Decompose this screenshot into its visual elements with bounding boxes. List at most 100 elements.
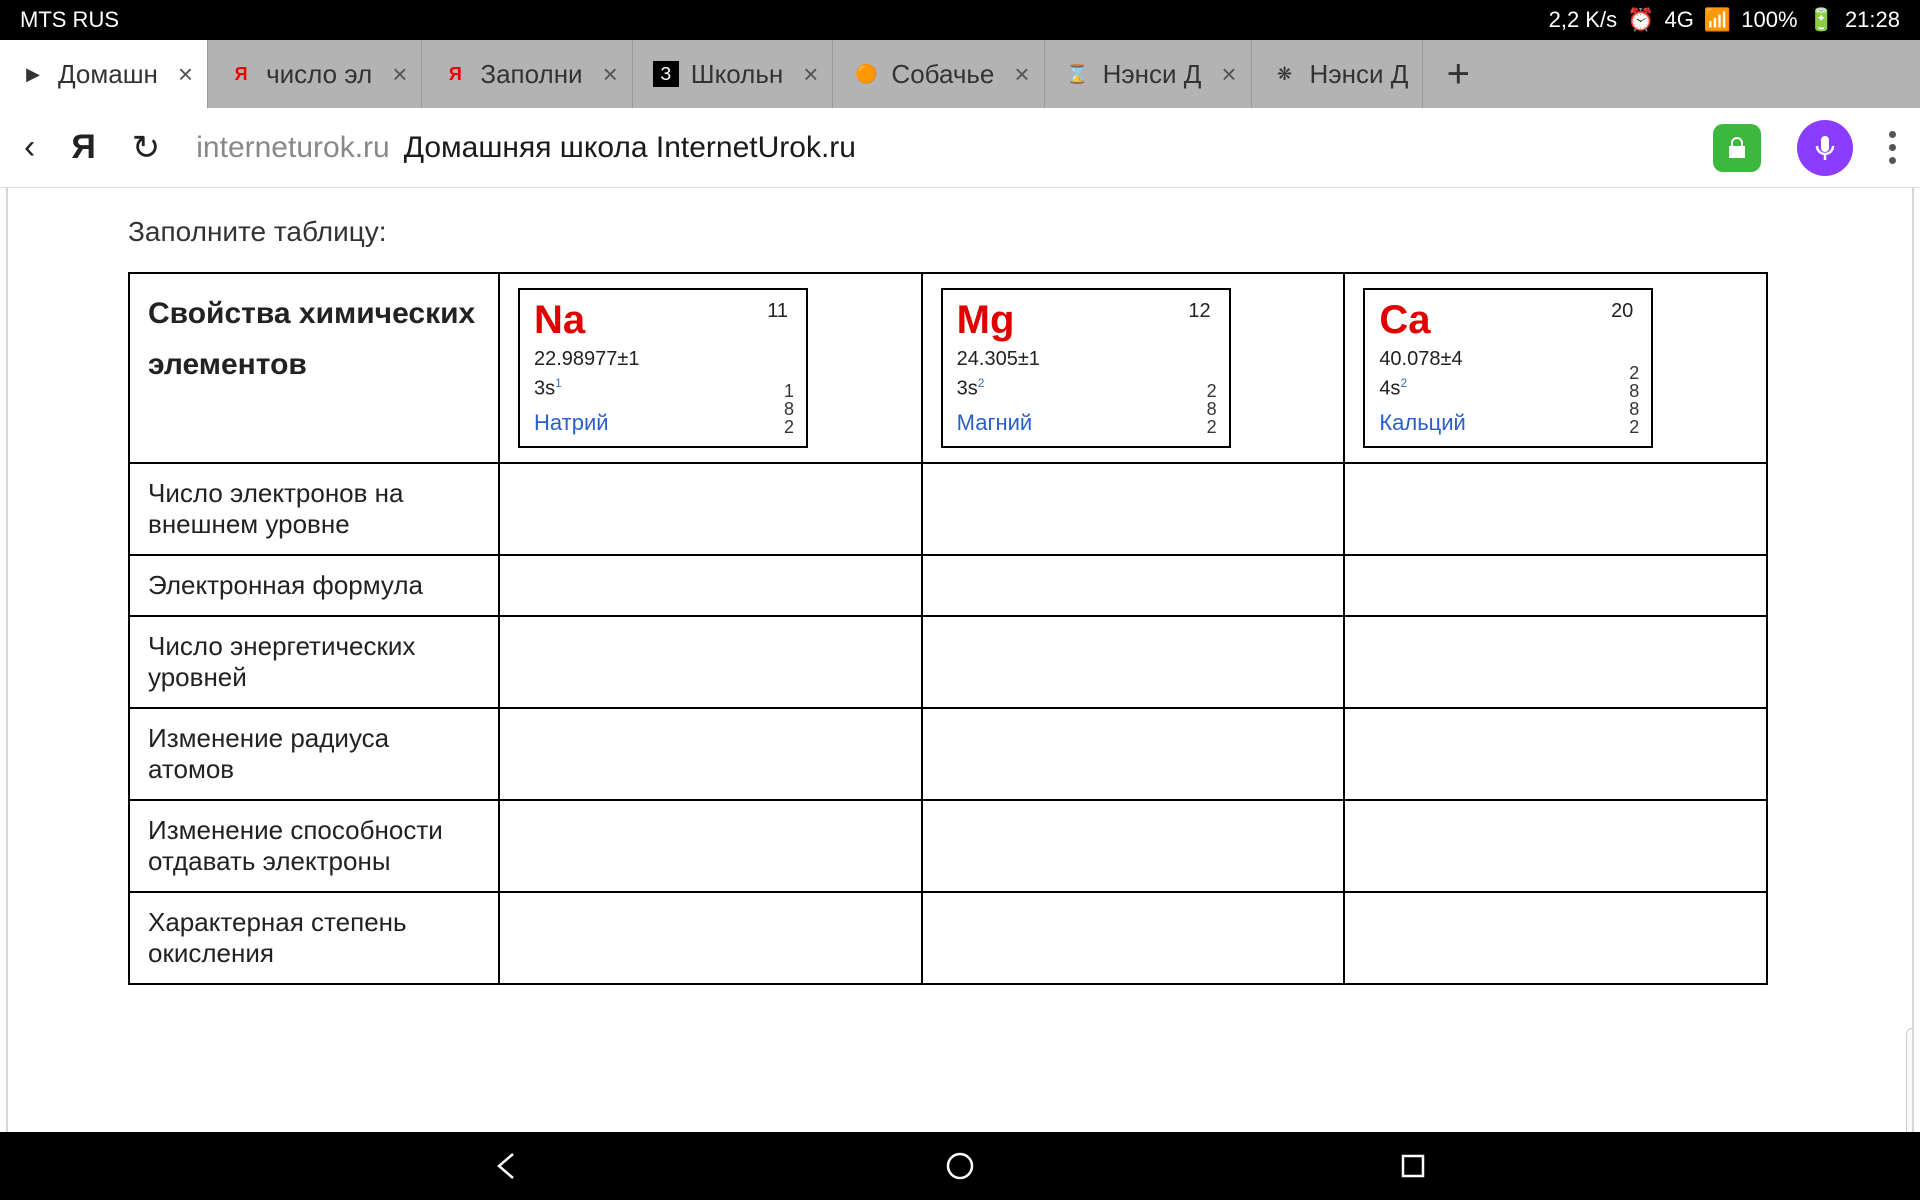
table-cell[interactable] bbox=[499, 616, 922, 708]
address-bar[interactable]: interneturok.ru Домашняя школа InternetU… bbox=[196, 131, 1677, 165]
new-tab-button[interactable]: + bbox=[1423, 40, 1493, 108]
close-icon[interactable]: × bbox=[170, 59, 193, 90]
tab-0[interactable]: ▶ Домашн × bbox=[0, 40, 208, 108]
element-name: Кальций bbox=[1379, 410, 1466, 436]
signal-icon: 📶 bbox=[1704, 7, 1731, 33]
tab-3[interactable]: З Школьн × bbox=[633, 40, 834, 108]
menu-button[interactable] bbox=[1889, 131, 1896, 164]
table-row: Изменение способности отдавать электроны bbox=[129, 800, 1767, 892]
android-nav-bar bbox=[0, 1132, 1920, 1200]
table-cell[interactable] bbox=[499, 708, 922, 800]
element-number: 12 bbox=[1188, 300, 1210, 323]
chemistry-table: Свойства химических элементов Na 11 22.9… bbox=[128, 272, 1768, 985]
status-right-cluster: 2,2 K/s ⏰ 4G 📶 100% 🔋 21:28 bbox=[1549, 7, 1900, 33]
reload-button[interactable]: ↻ bbox=[132, 128, 161, 168]
table-row: Характерная степень окисления bbox=[129, 892, 1767, 984]
table-cell[interactable] bbox=[1344, 463, 1767, 555]
nav-back-button[interactable] bbox=[487, 1146, 527, 1186]
row-label: Число энергетических уровней bbox=[129, 616, 499, 708]
table-cell[interactable] bbox=[922, 800, 1345, 892]
row-label: Электронная формула bbox=[129, 555, 499, 616]
tab-label: Собачье bbox=[891, 59, 994, 90]
table-cell[interactable] bbox=[922, 892, 1345, 984]
close-icon[interactable]: × bbox=[384, 59, 407, 90]
tab-1[interactable]: Я число эл × bbox=[208, 40, 422, 108]
element-shells: 2882 bbox=[1629, 364, 1639, 436]
nav-recent-button[interactable] bbox=[1393, 1146, 1433, 1186]
table-cell[interactable] bbox=[499, 463, 922, 555]
instruction-text: Заполните таблицу: bbox=[128, 216, 1792, 248]
close-icon[interactable]: × bbox=[1213, 59, 1236, 90]
nav-home-button[interactable] bbox=[940, 1146, 980, 1186]
page-content: Заполните таблицу: Свойства химических э… bbox=[6, 188, 1914, 1132]
carrier-label: MTS RUS bbox=[20, 7, 119, 33]
browser-toolbar: ‹ Я ↻ interneturok.ru Домашняя школа Int… bbox=[0, 108, 1920, 188]
alarm-icon: ⏰ bbox=[1627, 7, 1654, 33]
table-cell[interactable] bbox=[1344, 555, 1767, 616]
voice-search-button[interactable] bbox=[1797, 120, 1853, 176]
element-card: Na 11 22.98977±1 3s1 Натрий 182 bbox=[518, 288, 808, 448]
row-label: Характерная степень окисления bbox=[129, 892, 499, 984]
tab-label: Нэнси Д bbox=[1103, 59, 1202, 90]
table-cell[interactable] bbox=[922, 708, 1345, 800]
element-shells: 182 bbox=[784, 382, 794, 436]
element-header-mg: Mg 12 24.305±1 3s2 Магний 282 bbox=[922, 273, 1345, 463]
row-label: Изменение способности отдавать электроны bbox=[129, 800, 499, 892]
element-name: Натрий bbox=[534, 410, 609, 436]
header-properties-cell: Свойства химических элементов bbox=[129, 273, 499, 463]
tab-2[interactable]: Я Заполни × bbox=[422, 40, 632, 108]
element-symbol: Na bbox=[534, 300, 792, 340]
table-cell[interactable] bbox=[499, 800, 922, 892]
lock-icon[interactable] bbox=[1713, 124, 1761, 172]
close-icon[interactable]: × bbox=[595, 59, 618, 90]
page-title: Домашняя школа InternetUrok.ru bbox=[404, 131, 856, 165]
element-symbol: Ca bbox=[1379, 300, 1637, 340]
element-card: Mg 12 24.305±1 3s2 Магний 282 bbox=[941, 288, 1231, 448]
table-cell[interactable] bbox=[922, 616, 1345, 708]
element-shells: 282 bbox=[1207, 382, 1217, 436]
favicon-icon: Я bbox=[228, 61, 254, 87]
battery-percent: 100% bbox=[1741, 7, 1797, 33]
favicon-icon: 🟠 bbox=[853, 61, 879, 87]
close-icon[interactable]: × bbox=[1006, 59, 1029, 90]
tab-label: Нэнси Д bbox=[1310, 59, 1409, 90]
recaptcha-badge[interactable]: Конфиденциальность - Условия использован… bbox=[1906, 1028, 1914, 1132]
tab-4[interactable]: 🟠 Собачье × bbox=[833, 40, 1044, 108]
element-mass: 24.305±1 bbox=[957, 348, 1040, 371]
close-icon[interactable]: × bbox=[795, 59, 818, 90]
tab-5[interactable]: ⌛ Нэнси Д × bbox=[1045, 40, 1252, 108]
favicon-icon: З bbox=[653, 61, 679, 87]
element-symbol: Mg bbox=[957, 300, 1215, 340]
table-cell[interactable] bbox=[1344, 892, 1767, 984]
favicon-icon: ❋ bbox=[1272, 61, 1298, 87]
element-orbital: 3s2 bbox=[957, 376, 985, 401]
table-cell[interactable] bbox=[1344, 800, 1767, 892]
table-row: Число энергетических уровней bbox=[129, 616, 1767, 708]
row-label: Число электронов на внешнем уровне bbox=[129, 463, 499, 555]
yandex-home-button[interactable]: Я bbox=[71, 128, 95, 167]
tab-6[interactable]: ❋ Нэнси Д bbox=[1252, 40, 1424, 108]
table-cell[interactable] bbox=[922, 463, 1345, 555]
favicon-icon: ▶ bbox=[20, 61, 46, 87]
url-domain: interneturok.ru bbox=[196, 131, 389, 165]
table-cell[interactable] bbox=[922, 555, 1345, 616]
table-cell[interactable] bbox=[1344, 616, 1767, 708]
tab-label: число эл bbox=[266, 59, 372, 90]
table-cell[interactable] bbox=[499, 555, 922, 616]
element-orbital: 3s1 bbox=[534, 376, 562, 401]
android-status-bar: MTS RUS 2,2 K/s ⏰ 4G 📶 100% 🔋 21:28 bbox=[0, 0, 1920, 40]
table-header-row: Свойства химических элементов Na 11 22.9… bbox=[129, 273, 1767, 463]
table-row: Электронная формула bbox=[129, 555, 1767, 616]
tab-label: Домашн bbox=[58, 59, 158, 90]
table-cell[interactable] bbox=[1344, 708, 1767, 800]
element-card: Ca 20 40.078±4 4s2 Кальций 2882 bbox=[1363, 288, 1653, 448]
tab-label: Заполни bbox=[480, 59, 582, 90]
favicon-icon: Я bbox=[442, 61, 468, 87]
table-row: Число электронов на внешнем уровне bbox=[129, 463, 1767, 555]
table-cell[interactable] bbox=[499, 892, 922, 984]
table-row: Изменение радиуса атомов bbox=[129, 708, 1767, 800]
element-header-na: Na 11 22.98977±1 3s1 Натрий 182 bbox=[499, 273, 922, 463]
element-header-ca: Ca 20 40.078±4 4s2 Кальций 2882 bbox=[1344, 273, 1767, 463]
net-type: 4G bbox=[1664, 7, 1693, 33]
back-button[interactable]: ‹ bbox=[24, 128, 35, 167]
